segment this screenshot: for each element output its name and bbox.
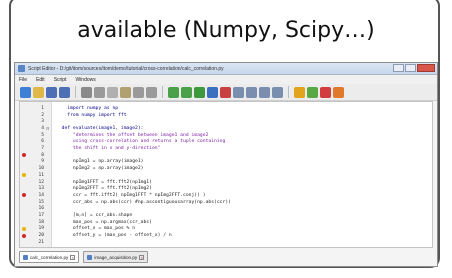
window-controls <box>393 64 435 72</box>
line-number: 11 <box>38 172 44 178</box>
clear-breakpoints-icon[interactable] <box>333 86 344 98</box>
breakpoint-icon[interactable] <box>22 233 26 238</box>
bookmark-icon[interactable] <box>307 86 318 98</box>
print-icon[interactable] <box>81 86 92 98</box>
step-out-icon[interactable] <box>259 86 270 98</box>
new-script-icon[interactable] <box>20 86 31 98</box>
tab-calc-correlation[interactable]: calc_correlation.py × <box>19 251 80 263</box>
python-file-icon <box>23 254 28 260</box>
fold-icon[interactable]: ⊟ <box>46 126 50 131</box>
tab-close-icon[interactable]: × <box>70 254 76 260</box>
comment-icon[interactable] <box>168 86 179 98</box>
line-number: 6 <box>41 139 44 145</box>
line-number: 21 <box>38 239 44 245</box>
toolbar-separator <box>162 86 163 98</box>
line-number: 15 <box>38 199 44 205</box>
code-text: npImg1 = np.array(image1) <box>56 159 144 165</box>
code-text: ccr = fft.ifft2( npImg1FFT * npImg2FFT.c… <box>56 192 206 198</box>
warning-marker-icon[interactable] <box>22 226 26 231</box>
line-number: 20 <box>38 233 44 239</box>
line-number: 16 <box>38 206 44 212</box>
script-editor-window: Script Editor - D:/git/itom/sources/itom… <box>14 62 438 267</box>
line-number: 7 <box>41 146 44 152</box>
code-editor[interactable]: 1 import numpy as np 2 from numpy import … <box>19 101 433 248</box>
app-icon <box>18 65 25 72</box>
menu-script[interactable]: Script <box>54 77 67 83</box>
toggle-breakpoint-icon[interactable] <box>320 86 331 98</box>
line-number: 2 <box>41 112 44 118</box>
code-text: npImg2FFT = fft.fft2(npImg2) <box>56 186 152 192</box>
code-text: using cross-correlation and returns a tu… <box>56 139 226 145</box>
line-number: 1 <box>41 105 44 111</box>
breakpoint-icon[interactable] <box>22 153 26 158</box>
line-number: 19 <box>38 226 44 232</box>
python-file-icon <box>87 254 93 260</box>
uncomment-icon[interactable] <box>181 86 192 98</box>
window-titlebar[interactable]: Script Editor - D:/git/itom/sources/itom… <box>15 63 437 75</box>
slide-caption: available (Numpy, Scipy…) <box>77 17 375 43</box>
toolbar <box>15 84 437 101</box>
code-text: ccr_abs = np.abs(ccr) #np.ascontiguousar… <box>56 199 231 205</box>
tab-label: image_acquisition.py <box>94 254 138 260</box>
line-number: 18 <box>38 219 44 225</box>
line-number: 10 <box>38 166 44 172</box>
menu-edit[interactable]: Edit <box>36 77 45 83</box>
stop-icon[interactable] <box>220 86 231 98</box>
toolbar-separator <box>288 86 289 98</box>
line-number: 4 <box>41 125 44 131</box>
line-number: 9 <box>41 159 44 165</box>
code-text: the shift in x and y-direction" <box>56 146 161 152</box>
step-over-icon[interactable] <box>233 86 244 98</box>
line-number: 14 <box>38 192 44 198</box>
window-title: Script Editor - D:/git/itom/sources/itom… <box>28 65 224 72</box>
menu-windows[interactable]: Windows <box>75 77 95 83</box>
warning-marker-icon[interactable] <box>22 173 26 178</box>
save-as-icon[interactable] <box>59 86 70 98</box>
code-text: npImg2 = np.array(image2) <box>56 166 144 172</box>
code-line[interactable]: 21 <box>20 239 432 246</box>
open-file-icon[interactable] <box>33 86 44 98</box>
line-number: 17 <box>38 213 44 219</box>
line-number: 3 <box>41 119 44 125</box>
code-text: import numpy as np <box>56 105 119 111</box>
code-text: npImg1FFT = fft.fft2(npImg1) <box>56 179 152 185</box>
save-icon[interactable] <box>46 86 57 98</box>
undo-icon[interactable] <box>133 86 144 98</box>
copy-icon[interactable] <box>107 86 118 98</box>
run-icon[interactable] <box>194 86 205 98</box>
code-text: "determines the offset between image1 an… <box>56 132 209 138</box>
line-number: 13 <box>38 186 44 192</box>
minimize-button[interactable] <box>393 64 404 72</box>
line-number: 12 <box>38 179 44 185</box>
cut-icon[interactable] <box>94 86 105 98</box>
tab-close-icon[interactable]: × <box>139 254 145 260</box>
menu-file[interactable]: File <box>19 77 27 83</box>
tab-image-acquisition[interactable]: image_acquisition.py × <box>83 251 149 263</box>
toolbar-separator <box>75 86 76 98</box>
breakpoint-icon[interactable] <box>294 86 305 98</box>
paste-icon[interactable] <box>120 86 131 98</box>
code-text: offset_x = max_pos % n <box>56 226 136 232</box>
code-text: offset_y = (max_pos - offset_x) / n <box>56 233 172 239</box>
step-into-icon[interactable] <box>246 86 257 98</box>
breakpoint-icon[interactable] <box>22 193 26 198</box>
maximize-button[interactable] <box>405 64 416 72</box>
debug-icon[interactable] <box>207 86 218 98</box>
code-text: [m,n] = ccr_abs.shape <box>56 213 133 219</box>
line-number: 8 <box>41 152 44 158</box>
code-text: from numpy import fft <box>56 112 127 118</box>
continue-icon[interactable] <box>272 86 283 98</box>
close-button[interactable] <box>417 64 435 72</box>
line-number: 5 <box>41 132 44 138</box>
menubar: File Edit Script Windows <box>15 75 437 84</box>
script-tabs: calc_correlation.py × image_acquisition.… <box>19 251 149 263</box>
redo-icon[interactable] <box>146 86 157 98</box>
tab-label: calc_correlation.py <box>30 254 69 260</box>
code-text: max_pos = np.argmax(ccr_abs) <box>56 219 152 225</box>
code-text: def evaluate(image1, image2): <box>56 125 144 131</box>
